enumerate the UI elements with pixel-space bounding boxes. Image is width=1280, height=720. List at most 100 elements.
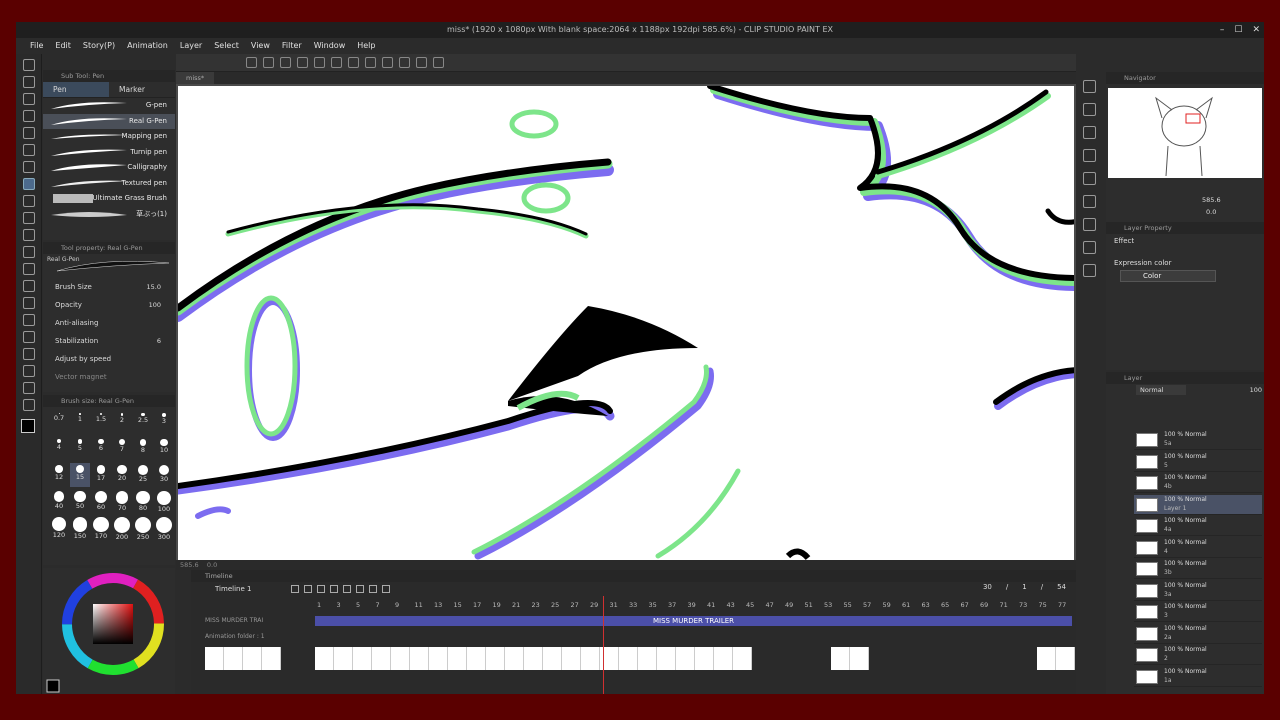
frame-start[interactable]: 1 (1022, 583, 1026, 591)
brush-g-pen[interactable]: G-pen (43, 98, 175, 114)
ruler-tool-icon[interactable] (22, 348, 35, 360)
brush-size-option[interactable]: 4 (49, 437, 69, 461)
search-icon[interactable] (1082, 80, 1096, 93)
snap-ruler-icon[interactable] (365, 57, 376, 68)
blend-tool-icon[interactable] (22, 263, 35, 275)
close-icon[interactable]: ✕ (1252, 22, 1260, 38)
opacity-row[interactable]: Opacity 100 (43, 296, 175, 314)
cel-thumbnail[interactable] (581, 647, 600, 670)
snap-perspective-icon[interactable] (399, 57, 410, 68)
menu-layer[interactable]: Layer (174, 38, 208, 54)
brush-size-option[interactable]: 7 (112, 437, 132, 461)
cel-thumbnail[interactable] (1056, 647, 1075, 670)
brush-size-option[interactable]: 80 (133, 489, 153, 513)
layer-row[interactable]: 100 % Normal 2 (1134, 645, 1262, 665)
cel-thumbnail[interactable] (657, 647, 676, 670)
intermediate-color-icon[interactable] (1082, 218, 1096, 231)
frame-current[interactable]: 30 (983, 583, 992, 591)
layer-row[interactable]: 100 % Normal 4b (1134, 473, 1262, 493)
layer-row[interactable]: 100 % Normal 5a (1134, 430, 1262, 450)
brush-size-option[interactable]: 100 (154, 489, 174, 513)
menu-view[interactable]: View (245, 38, 276, 54)
brush-size-value[interactable]: 15.0 (147, 278, 161, 296)
brush-size-option[interactable]: 6 (91, 437, 111, 461)
brush-size-option[interactable]: 10 (154, 437, 174, 461)
brush-size-option[interactable]: 2.5 (133, 411, 153, 435)
tab-marker[interactable]: Marker (109, 82, 175, 98)
brush-size-option[interactable]: 300 (154, 515, 174, 541)
vector-magnet-row[interactable]: Vector magnet (43, 368, 175, 386)
balloon-tool-icon[interactable] (22, 382, 35, 394)
stabilization-value[interactable]: 6 (157, 332, 161, 350)
loop-icon[interactable] (356, 585, 364, 593)
brush-size-option[interactable]: 250 (133, 515, 153, 541)
brush-size-option[interactable]: 20 (112, 463, 132, 487)
cel-strip[interactable] (205, 645, 1075, 687)
layer-row[interactable]: 100 % Normal 5 (1134, 452, 1262, 472)
layer-row[interactable]: 100 % Normal Layer 1 (1134, 494, 1262, 515)
navigator-angle[interactable]: 0.0 (1206, 208, 1216, 216)
color-wheel-panel[interactable] (43, 568, 175, 694)
cel-thumbnail[interactable] (619, 647, 638, 670)
menu-edit[interactable]: Edit (49, 38, 77, 54)
text-tool-icon[interactable] (22, 365, 35, 377)
transform-icon[interactable] (348, 57, 359, 68)
brush-size-option[interactable]: 12 (49, 463, 69, 487)
cel-thumbnail[interactable] (638, 647, 657, 670)
fill-tool-icon[interactable] (22, 280, 35, 292)
brush-size-option[interactable]: 70 (112, 489, 132, 513)
pen-pressure-icon[interactable] (433, 57, 444, 68)
auto-action-icon[interactable] (1082, 149, 1096, 162)
adjust-by-speed-checkbox[interactable]: Adjust by speed (43, 350, 175, 368)
color-history-icon[interactable] (1082, 264, 1096, 277)
expression-color-select[interactable]: Color (1120, 270, 1216, 282)
cel-thumbnail[interactable] (372, 647, 391, 670)
next-frame-icon[interactable] (330, 585, 338, 593)
undo-icon[interactable] (297, 57, 308, 68)
correct-line-tool-icon[interactable] (22, 399, 35, 411)
layer-row[interactable]: 100 % Normal 3b (1134, 559, 1262, 579)
cel-thumbnail[interactable] (334, 647, 353, 670)
play-icon[interactable] (317, 585, 325, 593)
cel-thumbnail[interactable] (353, 647, 372, 670)
save-icon[interactable] (280, 57, 291, 68)
cel-thumbnail[interactable] (224, 647, 243, 670)
brush-size-option[interactable]: 120 (49, 515, 69, 539)
new-cel-icon[interactable] (369, 585, 377, 593)
history-icon[interactable] (1082, 172, 1096, 185)
brush-size-row[interactable]: Brush Size 15.0 (43, 278, 175, 296)
cel-thumbnail[interactable] (410, 647, 429, 670)
operation-tool-icon[interactable] (22, 93, 35, 105)
zoom-tool-icon[interactable] (22, 59, 35, 71)
menu-window[interactable]: Window (308, 38, 352, 54)
cel-thumbnail[interactable] (676, 647, 695, 670)
brush-size-option[interactable]: 30 (154, 463, 174, 487)
menu-file[interactable]: File (24, 38, 49, 54)
eyedropper-tool-icon[interactable] (22, 161, 35, 173)
brush-size-option[interactable]: 15 (70, 463, 90, 487)
prev-frame-icon[interactable] (304, 585, 312, 593)
menu-animation[interactable]: Animation (121, 38, 174, 54)
brush-grass[interactable]: 草ぶっ(1) (43, 207, 175, 223)
track-title[interactable]: MISS MURDER TRAI MISS MURDER TRAILER (191, 614, 1076, 628)
cel-thumbnail[interactable] (714, 647, 733, 670)
cel-thumbnail[interactable] (205, 647, 224, 670)
main-color-swatch[interactable] (21, 419, 35, 433)
pencil-tool-icon[interactable] (22, 195, 35, 207)
navigator-zoom[interactable]: 585.6 (1202, 196, 1221, 204)
cel-thumbnail[interactable] (831, 647, 850, 670)
color-set-icon[interactable] (1082, 195, 1096, 208)
lasso-tool-icon[interactable] (22, 127, 35, 139)
first-frame-icon[interactable] (291, 585, 299, 593)
material-icon[interactable] (1082, 103, 1096, 116)
brush-mapping-pen[interactable]: Mapping pen (43, 129, 175, 145)
navigator-thumbnail[interactable] (1108, 88, 1262, 178)
menu-select[interactable]: Select (208, 38, 245, 54)
canvas-tab[interactable]: miss* (176, 72, 215, 84)
brush-size-option[interactable]: 25 (133, 463, 153, 487)
menu-help[interactable]: Help (351, 38, 381, 54)
onion-skin-icon[interactable] (382, 585, 390, 593)
pen-tool-icon[interactable] (22, 178, 35, 190)
drawing-canvas[interactable] (178, 86, 1074, 560)
layer-row[interactable]: 100 % Normal 4 (1134, 538, 1262, 558)
